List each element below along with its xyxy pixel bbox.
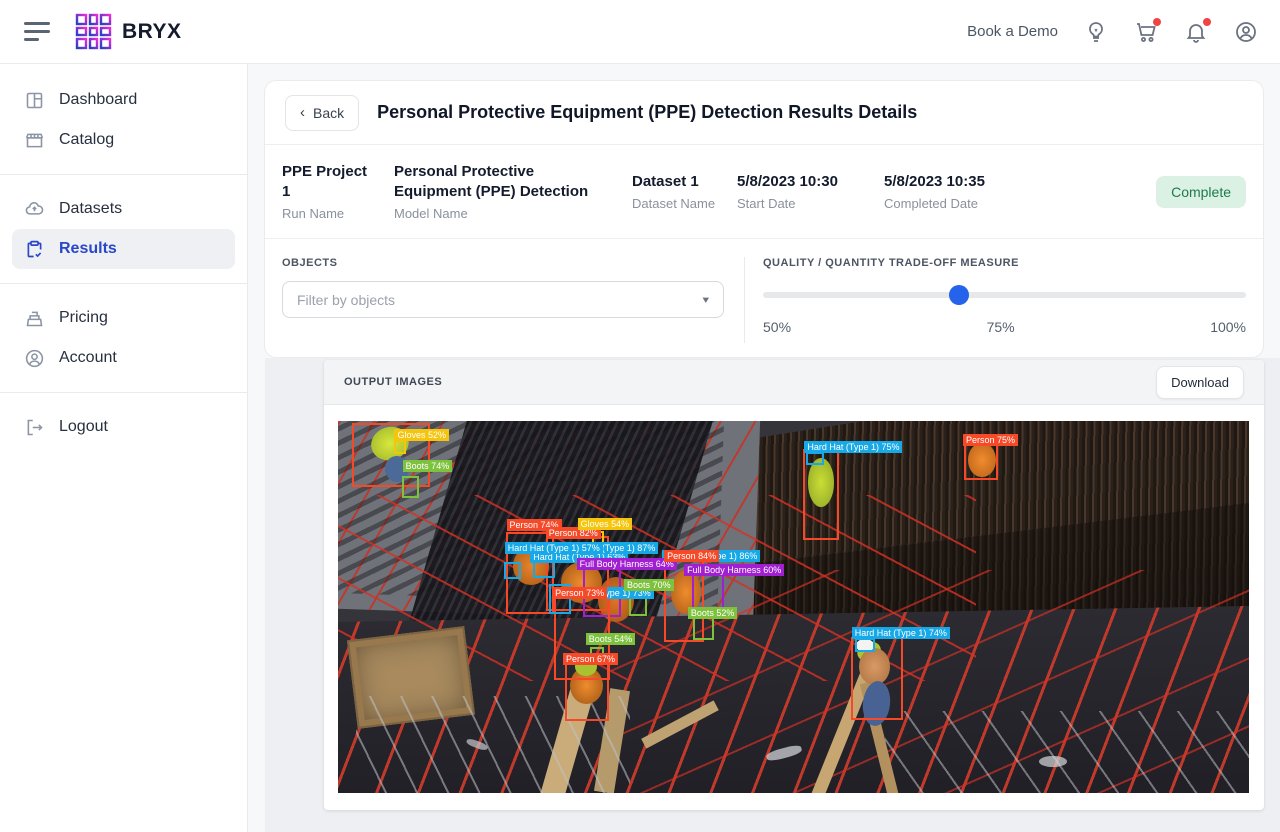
bryx-logo-icon xyxy=(75,13,112,49)
sidebar-item-label: Results xyxy=(59,240,117,257)
detection-box-person xyxy=(963,442,998,481)
sidebar-item-label: Dashboard xyxy=(59,91,138,108)
logout-icon xyxy=(27,419,43,435)
user-circle-icon xyxy=(25,349,44,367)
cart-icon[interactable] xyxy=(1134,17,1161,44)
tradeoff-slider[interactable] xyxy=(763,285,1246,305)
chevron-left-icon: ‹ xyxy=(300,104,305,121)
chevron-down-icon: ▾ xyxy=(702,293,709,306)
run-details-card: ‹ Back Personal Protective Equipment (PP… xyxy=(264,80,1264,358)
profile-icon[interactable] xyxy=(1234,20,1258,44)
slider-ticks: 50% 75% 100% xyxy=(763,319,1246,335)
sidebar-item-pricing[interactable]: Pricing xyxy=(12,298,235,338)
output-images-card: OUTPUT IMAGES Download Gloves 52% Boots … xyxy=(324,360,1264,810)
sidebar-item-label: Account xyxy=(59,349,117,366)
detection-label-hard_hat: Hard Hat (Type 1) 74% xyxy=(851,627,950,640)
run-name-field: PPE Project 1 Run Name xyxy=(282,162,368,222)
objects-filter-select[interactable]: Filter by objects ▾ xyxy=(282,281,724,318)
dataset-name-field: Dataset 1 Dataset Name xyxy=(632,172,716,212)
lightbulb-icon[interactable] xyxy=(1084,20,1108,44)
clipboard-check-icon xyxy=(27,240,42,257)
detection-box-person xyxy=(564,660,610,721)
detection-label-boots: Boots 54% xyxy=(585,632,636,645)
detection-label-person: Person 67% xyxy=(563,652,619,665)
start-date-field: 5/8/2023 10:30 Start Date xyxy=(737,172,838,212)
detection-label-person: Person 73% xyxy=(552,586,608,599)
detection-box-hard_hat xyxy=(806,452,825,466)
sidebar-item-label: Logout xyxy=(59,418,108,435)
detection-box-gloves xyxy=(394,439,407,455)
sidebar-item-logout[interactable]: Logout xyxy=(12,407,235,447)
sidebar-item-label: Datasets xyxy=(59,200,123,217)
status-badge: Complete xyxy=(1156,175,1246,208)
tradeoff-label: QUALITY / QUANTITY TRADE-OFF MEASURE xyxy=(763,257,1019,269)
sidebar-item-label: Catalog xyxy=(59,131,115,148)
filters-row: OBJECTS Filter by objects ▾ QUALITY / QU… xyxy=(265,239,1263,343)
sidebar-item-datasets[interactable]: Datasets xyxy=(12,189,235,229)
tick-50: 50% xyxy=(763,319,792,335)
sidebar-item-results[interactable]: Results xyxy=(12,229,235,269)
cart-notification-dot xyxy=(1153,17,1161,26)
detection-label-harness: Full Body Harness 64% xyxy=(576,557,677,570)
sidebar-divider xyxy=(0,283,247,284)
detection-label-hard_hat: Hard Hat (Type 1) 57% xyxy=(504,542,603,555)
detection-label-gloves: Gloves 52% xyxy=(394,429,449,442)
sidebar: Dashboard Catalog Datasets Results Prici… xyxy=(0,64,248,832)
sidebar-item-catalog[interactable]: Catalog xyxy=(12,120,235,160)
main-content: ‹ Back Personal Protective Equipment (PP… xyxy=(248,64,1280,832)
output-images-header: OUTPUT IMAGES Download xyxy=(324,360,1264,405)
model-name-field: Personal Protective Equipment (PPE) Dete… xyxy=(394,162,589,222)
detection-box-boots xyxy=(401,476,420,498)
slider-track[interactable] xyxy=(763,292,1246,298)
cloud-upload-icon xyxy=(25,201,44,215)
sidebar-item-label: Pricing xyxy=(59,309,108,326)
output-images-title: OUTPUT IMAGES xyxy=(344,376,443,388)
download-button[interactable]: Download xyxy=(1156,365,1244,399)
detection-box-hard_hat xyxy=(503,562,522,580)
details-header: ‹ Back Personal Protective Equipment (PP… xyxy=(265,81,1263,145)
page-title: Personal Protective Equipment (PPE) Dete… xyxy=(377,102,918,122)
tick-100: 100% xyxy=(1210,319,1246,335)
brand-logo[interactable]: BRYX xyxy=(74,12,182,52)
detection-label-boots: Boots 70% xyxy=(624,579,674,592)
objects-filter-placeholder: Filter by objects xyxy=(297,291,396,308)
completed-date-field: 5/8/2023 10:35 Completed Date xyxy=(884,172,985,212)
sidebar-item-dashboard[interactable]: Dashboard xyxy=(12,80,235,120)
slider-thumb[interactable] xyxy=(948,285,969,305)
detections-layer: Gloves 52% Boots 74% Person 74% Person 82% G… xyxy=(338,421,1249,793)
detection-label-person: Person 84% xyxy=(664,550,720,563)
bell-notification-dot xyxy=(1203,17,1211,26)
book-a-demo-link[interactable]: Book a Demo xyxy=(967,23,1058,40)
sidebar-divider xyxy=(0,392,247,393)
run-info-row: PPE Project 1 Run Name Personal Protecti… xyxy=(265,145,1263,239)
brand-name: BRYX xyxy=(122,19,182,43)
detection-label-boots: Boots 52% xyxy=(687,606,738,619)
detection-label-harness: Full Body Harness 60% xyxy=(684,564,785,577)
detection-label-gloves: Gloves 54% xyxy=(577,518,633,531)
hamburger-menu-icon[interactable] xyxy=(24,22,50,41)
objects-filter-label: OBJECTS xyxy=(282,257,338,269)
detection-label-person: Person 75% xyxy=(962,434,1018,447)
sidebar-item-account[interactable]: Account xyxy=(12,338,235,378)
detection-label-boots: Boots 74% xyxy=(402,460,453,473)
tick-75: 75% xyxy=(986,319,1015,335)
detection-label-hard_hat: Hard Hat (Type 1) 75% xyxy=(804,441,903,454)
storefront-icon xyxy=(25,133,44,147)
top-navbar: BRYX Book a Demo xyxy=(0,0,1280,64)
dashboard-icon xyxy=(26,92,43,108)
back-button[interactable]: ‹ Back xyxy=(285,94,360,131)
output-image[interactable]: Gloves 52% Boots 74% Person 74% Person 82% G… xyxy=(338,421,1249,793)
detection-box-hard_hat xyxy=(855,637,876,652)
app: BRYX Book a Demo Dashboard Catalog Datas… xyxy=(0,0,1280,832)
cash-register-icon xyxy=(26,311,43,326)
sidebar-divider xyxy=(0,174,247,175)
bell-icon[interactable] xyxy=(1184,17,1211,44)
